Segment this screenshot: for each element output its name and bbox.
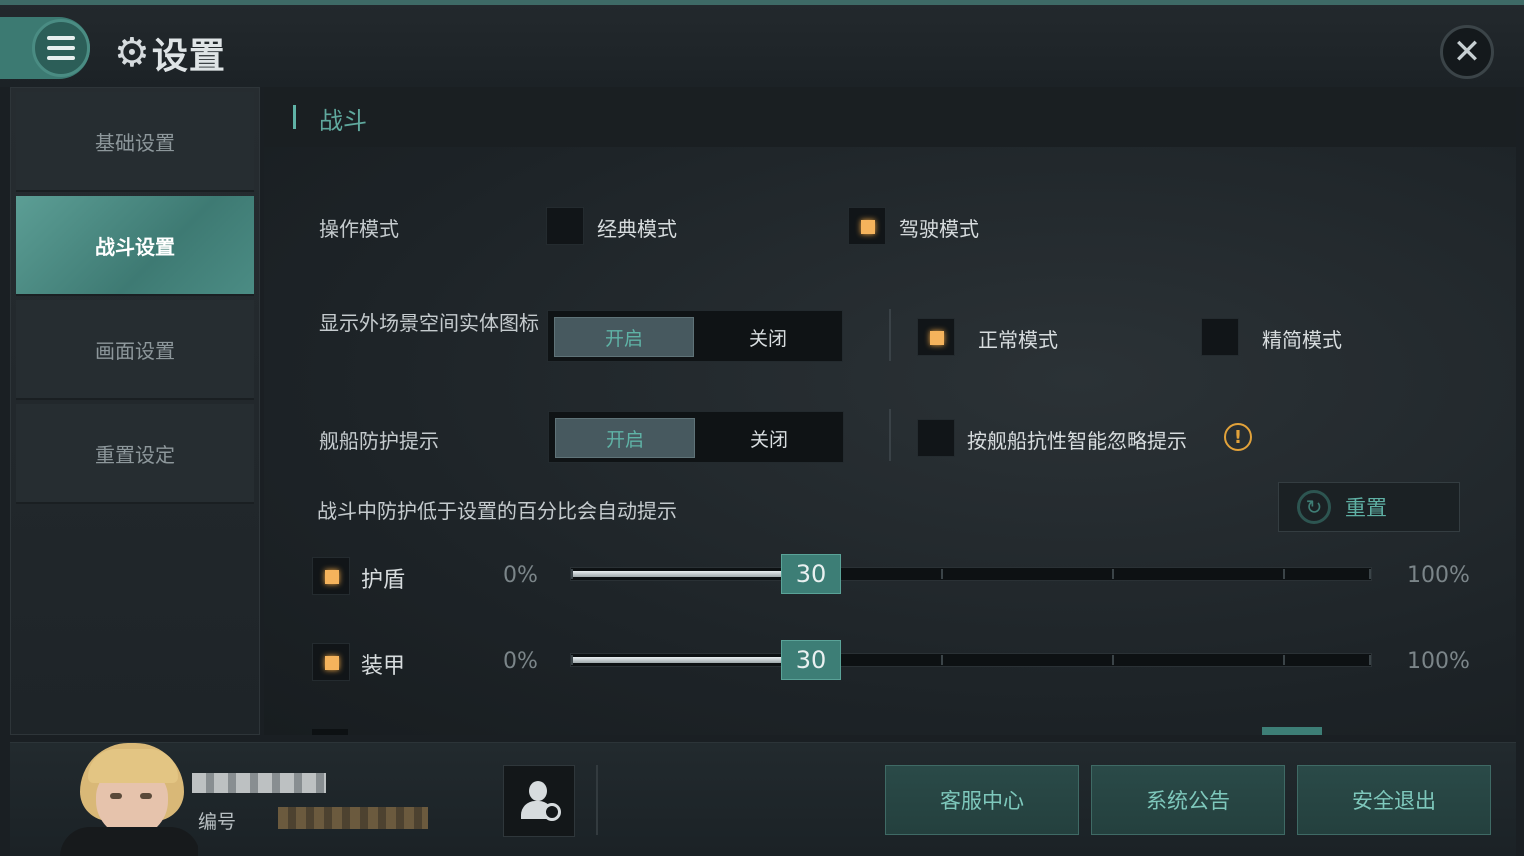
classic-mode-checkbox[interactable] xyxy=(546,207,584,245)
section-marker xyxy=(293,105,296,129)
armor-max-label: 100% xyxy=(1407,649,1470,674)
smart-ignore-label[interactable]: 按舰船抗性智能忽略提示 xyxy=(967,425,1187,454)
slider-tick xyxy=(941,655,943,665)
slider-tick xyxy=(1112,569,1114,579)
menu-button[interactable] xyxy=(32,19,90,77)
avatar-body xyxy=(60,827,198,856)
id-label: 编号 xyxy=(198,811,237,833)
divider xyxy=(889,409,891,461)
sidebar: 基础设置 战斗设置 画面设置 重置设定 xyxy=(10,87,260,735)
footer-divider xyxy=(596,765,598,835)
entity-icons-toggle-on[interactable]: 开启 xyxy=(554,317,694,357)
ship-protection-toggle-on[interactable]: 开启 xyxy=(555,418,695,458)
header: ⚙ 设置 ✕ xyxy=(0,5,1524,87)
hamburger-icon xyxy=(47,33,75,63)
player-id-redacted xyxy=(278,807,428,829)
divider xyxy=(889,309,891,361)
slider-tick xyxy=(571,655,573,665)
pilot-mode-checkbox[interactable] xyxy=(848,207,886,245)
gear-icon: ⚙ xyxy=(114,30,150,76)
section-header: 战斗 xyxy=(264,87,1516,147)
show-entity-icons-label: 显示外场景空间实体图标 xyxy=(319,311,539,335)
sidebar-item-display[interactable]: 画面设置 xyxy=(16,300,254,400)
system-notice-button[interactable]: 系统公告 xyxy=(1091,765,1285,835)
avatar-bangs xyxy=(88,749,178,783)
title-wrap: ⚙ 设置 xyxy=(114,27,226,79)
auto-prompt-text: 战斗中防护低于设置的百分比会自动提示 xyxy=(317,499,677,523)
player-name-redacted xyxy=(192,773,326,793)
slider-tick xyxy=(1283,569,1285,579)
normal-mode-label[interactable]: 正常模式 xyxy=(978,324,1058,353)
section-title: 战斗 xyxy=(319,107,367,135)
simple-mode-label[interactable]: 精简模式 xyxy=(1262,324,1342,353)
pilot-mode-label[interactable]: 驾驶模式 xyxy=(899,213,979,242)
shield-label: 护盾 xyxy=(361,568,406,593)
armor-min-label: 0% xyxy=(503,649,538,674)
reset-label: 重置 xyxy=(1345,496,1387,520)
avatar[interactable] xyxy=(30,743,198,856)
operation-mode-label: 操作模式 xyxy=(319,217,399,241)
avatar-eye xyxy=(110,793,122,799)
customer-service-button[interactable]: 客服中心 xyxy=(885,765,1079,835)
sidebar-item-basic[interactable]: 基础设置 xyxy=(16,92,254,192)
footer-bar: 编号 客服中心 系统公告 安全退出 xyxy=(10,742,1516,856)
shield-min-label: 0% xyxy=(503,563,538,588)
next-row-thumb-edge xyxy=(1262,727,1322,735)
ship-protection-label: 舰船防护提示 xyxy=(319,429,439,453)
slider-tick xyxy=(1112,655,1114,665)
page-title: 设置 xyxy=(151,36,226,77)
classic-mode-label[interactable]: 经典模式 xyxy=(597,213,677,242)
ship-protection-toggle[interactable]: 开启 关闭 xyxy=(548,411,844,463)
refresh-icon: ↻ xyxy=(1297,490,1331,524)
shield-checkbox[interactable] xyxy=(312,557,350,595)
avatar-eye xyxy=(140,793,152,799)
armor-slider-thumb[interactable]: 30 xyxy=(781,640,841,680)
sidebar-item-reset[interactable]: 重置设定 xyxy=(16,404,254,504)
close-icon: ✕ xyxy=(1452,32,1482,72)
shield-slider-fill xyxy=(571,571,783,577)
sidebar-item-combat[interactable]: 战斗设置 xyxy=(16,196,254,296)
simple-mode-checkbox[interactable] xyxy=(1201,318,1239,356)
user-sync-icon xyxy=(519,779,561,823)
armor-slider-fill xyxy=(571,657,783,663)
settings-panel: 战斗 操作模式 经典模式 驾驶模式 显示外场景空间实体图标 开启 关闭 正常模式… xyxy=(264,87,1516,735)
switch-account-button[interactable] xyxy=(503,765,575,837)
reset-button[interactable]: ↻ 重置 xyxy=(1278,482,1460,532)
slider-tick xyxy=(1283,655,1285,665)
slider-tick xyxy=(1369,569,1371,579)
shield-slider-track[interactable] xyxy=(570,567,1372,581)
armor-slider-track[interactable] xyxy=(570,653,1372,667)
ship-protection-toggle-off[interactable]: 关闭 xyxy=(699,418,839,458)
slider-tick xyxy=(571,569,573,579)
normal-mode-checkbox[interactable] xyxy=(917,318,955,356)
close-button[interactable]: ✕ xyxy=(1440,25,1494,79)
slider-tick xyxy=(1369,655,1371,665)
entity-icons-toggle-off[interactable]: 关闭 xyxy=(698,317,838,357)
entity-icons-toggle[interactable]: 开启 关闭 xyxy=(547,310,843,362)
smart-ignore-checkbox[interactable] xyxy=(917,419,955,457)
shield-slider-thumb[interactable]: 30 xyxy=(781,554,841,594)
shield-max-label: 100% xyxy=(1407,563,1470,588)
armor-checkbox[interactable] xyxy=(312,643,350,681)
next-row-checkbox-edge xyxy=(312,729,348,735)
safe-exit-button[interactable]: 安全退出 xyxy=(1297,765,1491,835)
armor-label: 装甲 xyxy=(361,654,406,679)
exclamation-icon[interactable]: ! xyxy=(1224,423,1252,451)
slider-tick xyxy=(941,569,943,579)
